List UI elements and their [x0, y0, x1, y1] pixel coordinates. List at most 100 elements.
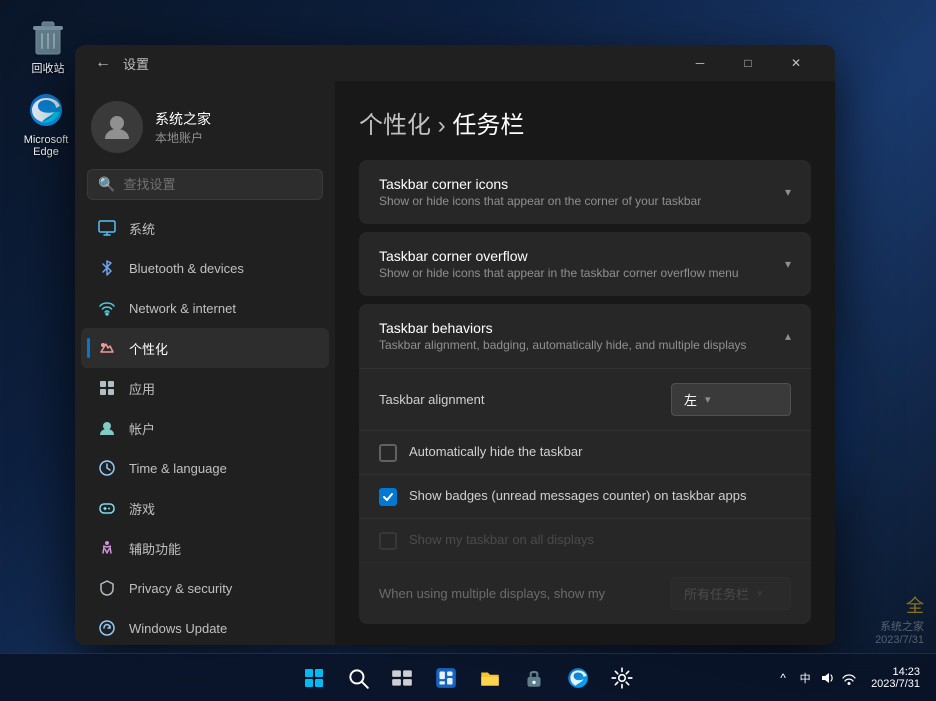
sidebar-item-gaming[interactable]: 游戏	[81, 488, 329, 528]
auto-hide-checkbox[interactable]	[379, 444, 397, 462]
privacy-icon	[97, 578, 117, 598]
multiple-displays-label: When using multiple displays, show my	[379, 586, 605, 601]
window-title: 设置	[123, 54, 149, 73]
privacy-label: Privacy & security	[129, 581, 232, 596]
section-corner-overflow: Taskbar corner overflow Show or hide ico…	[359, 232, 811, 296]
corner-icons-desc: Show or hide icons that appear on the co…	[379, 194, 701, 208]
tray-network[interactable]	[839, 668, 859, 688]
section-corner-icons-text: Taskbar corner icons Show or hide icons …	[379, 176, 701, 208]
user-info: 系统之家 本地账户	[155, 109, 211, 146]
file-explorer-button[interactable]	[470, 658, 510, 698]
avatar	[91, 101, 143, 153]
watermark: 全 系统之家 2023/7/31	[875, 592, 924, 646]
desktop: 回收站 Microsoft Edge ← 设置	[0, 0, 936, 701]
corner-overflow-title: Taskbar corner overflow	[379, 248, 739, 264]
taskbar-time: 14:23 2023/7/31	[863, 666, 928, 690]
update-icon	[97, 618, 117, 638]
taskbar-center	[294, 658, 642, 698]
edge-desktop-icon[interactable]: Microsoft Edge	[14, 90, 78, 158]
recycle-bin-image	[28, 16, 68, 56]
section-corner-icons: Taskbar corner icons Show or hide icons …	[359, 160, 811, 224]
sidebar-item-personalization[interactable]: 个性化	[81, 328, 329, 368]
section-corner-overflow-header[interactable]: Taskbar corner overflow Show or hide ico…	[359, 232, 811, 296]
user-profile[interactable]: 系统之家 本地账户	[75, 89, 335, 169]
tray-ime[interactable]: 中	[795, 668, 815, 688]
sidebar-item-accessibility[interactable]: 辅助功能	[81, 528, 329, 568]
section-behaviors-header[interactable]: Taskbar behaviors Taskbar alignment, bad…	[359, 304, 811, 369]
corner-overflow-desc: Show or hide icons that appear in the ta…	[379, 266, 739, 280]
back-button[interactable]: ←	[91, 51, 115, 75]
start-button[interactable]	[294, 658, 334, 698]
title-bar-left: ← 设置	[91, 51, 149, 75]
sidebar-item-time[interactable]: Time & language	[81, 448, 329, 488]
edge-image	[26, 90, 66, 130]
minimize-button[interactable]: ─	[677, 47, 723, 79]
update-label: Windows Update	[129, 621, 227, 636]
main-content: 个性化 › 任务栏 Taskbar corner icons Show or h…	[335, 81, 835, 645]
alignment-dropdown[interactable]: 左 ▾	[671, 383, 791, 416]
personalization-icon	[97, 338, 117, 358]
accessibility-label: 辅助功能	[129, 539, 181, 558]
recycle-bin-label: 回收站	[32, 60, 65, 76]
apps-icon	[97, 378, 117, 398]
sidebar-item-privacy[interactable]: Privacy & security	[81, 568, 329, 608]
settings-taskbar-button[interactable]	[602, 658, 642, 698]
search-icon: 🔍	[98, 176, 115, 193]
section-corner-icons-header[interactable]: Taskbar corner icons Show or hide icons …	[359, 160, 811, 224]
multiple-displays-dropdown[interactable]: 所有任务栏 ▾	[671, 577, 791, 610]
behaviors-title: Taskbar behaviors	[379, 320, 747, 336]
bluetooth-label: Bluetooth & devices	[129, 261, 244, 276]
accounts-icon	[97, 418, 117, 438]
section-corner-overflow-text: Taskbar corner overflow Show or hide ico…	[379, 248, 739, 280]
sidebar-item-system[interactable]: 系统	[81, 208, 329, 248]
behaviors-chevron: ▴	[785, 329, 791, 343]
sidebar-item-update[interactable]: Windows Update	[81, 608, 329, 645]
network-icon	[97, 298, 117, 318]
system-tray: ^ 中	[773, 668, 859, 688]
page-header: 个性化 › 任务栏	[359, 105, 811, 140]
taskbar-date: 2023/7/31	[871, 678, 920, 690]
bluetooth-icon	[97, 258, 117, 278]
gaming-label: 游戏	[129, 499, 155, 518]
tray-chevron[interactable]: ^	[773, 668, 793, 688]
alignment-row: Taskbar alignment 左 ▾	[359, 369, 811, 431]
time-label: Time & language	[129, 461, 227, 476]
sidebar-item-network[interactable]: Network & internet	[81, 288, 329, 328]
search-button[interactable]	[338, 658, 378, 698]
settings-window: ← 设置 ─ □ ✕	[75, 45, 835, 645]
alignment-dropdown-arrow: ▾	[705, 393, 711, 406]
multiple-displays-row: When using multiple displays, show my 所有…	[359, 563, 811, 624]
task-view-button[interactable]	[382, 658, 422, 698]
all-displays-label: Show my taskbar on all displays	[409, 531, 594, 549]
maximize-button[interactable]: □	[725, 47, 771, 79]
edge-label: Microsoft Edge	[14, 134, 78, 158]
system-label: 系统	[129, 219, 155, 238]
network-label: Network & internet	[129, 301, 236, 316]
multiple-displays-arrow: ▾	[757, 587, 763, 600]
sidebar-item-bluetooth[interactable]: Bluetooth & devices	[81, 248, 329, 288]
watermark-text: 系统之家	[875, 618, 924, 634]
taskbar-clock: 14:23	[871, 666, 920, 678]
widgets-button[interactable]	[426, 658, 466, 698]
accessibility-icon	[97, 538, 117, 558]
tray-volume[interactable]	[817, 668, 837, 688]
corner-overflow-chevron: ▾	[785, 257, 791, 271]
section-behaviors-text: Taskbar behaviors Taskbar alignment, bad…	[379, 320, 747, 352]
badges-checkbox[interactable]	[379, 488, 397, 506]
settings-body: 系统之家 本地账户 🔍	[75, 81, 835, 645]
sidebar-item-accounts[interactable]: 帐户	[81, 408, 329, 448]
watermark-logo: 全	[875, 592, 924, 618]
sidebar-item-apps[interactable]: 应用	[81, 368, 329, 408]
corner-icons-chevron: ▾	[785, 185, 791, 199]
breadcrumb-parent: 个性化 ›	[359, 112, 452, 139]
close-button[interactable]: ✕	[773, 47, 819, 79]
apps-label: 应用	[129, 379, 155, 398]
recycle-bin-icon[interactable]: 回收站	[16, 16, 80, 76]
security-button[interactable]	[514, 658, 554, 698]
search-input[interactable]	[123, 177, 312, 192]
edge-taskbar-button[interactable]	[558, 658, 598, 698]
page-title: 任务栏	[452, 112, 524, 139]
all-displays-checkbox[interactable]	[379, 532, 397, 550]
search-box[interactable]: 🔍	[87, 169, 323, 200]
time-icon	[97, 458, 117, 478]
